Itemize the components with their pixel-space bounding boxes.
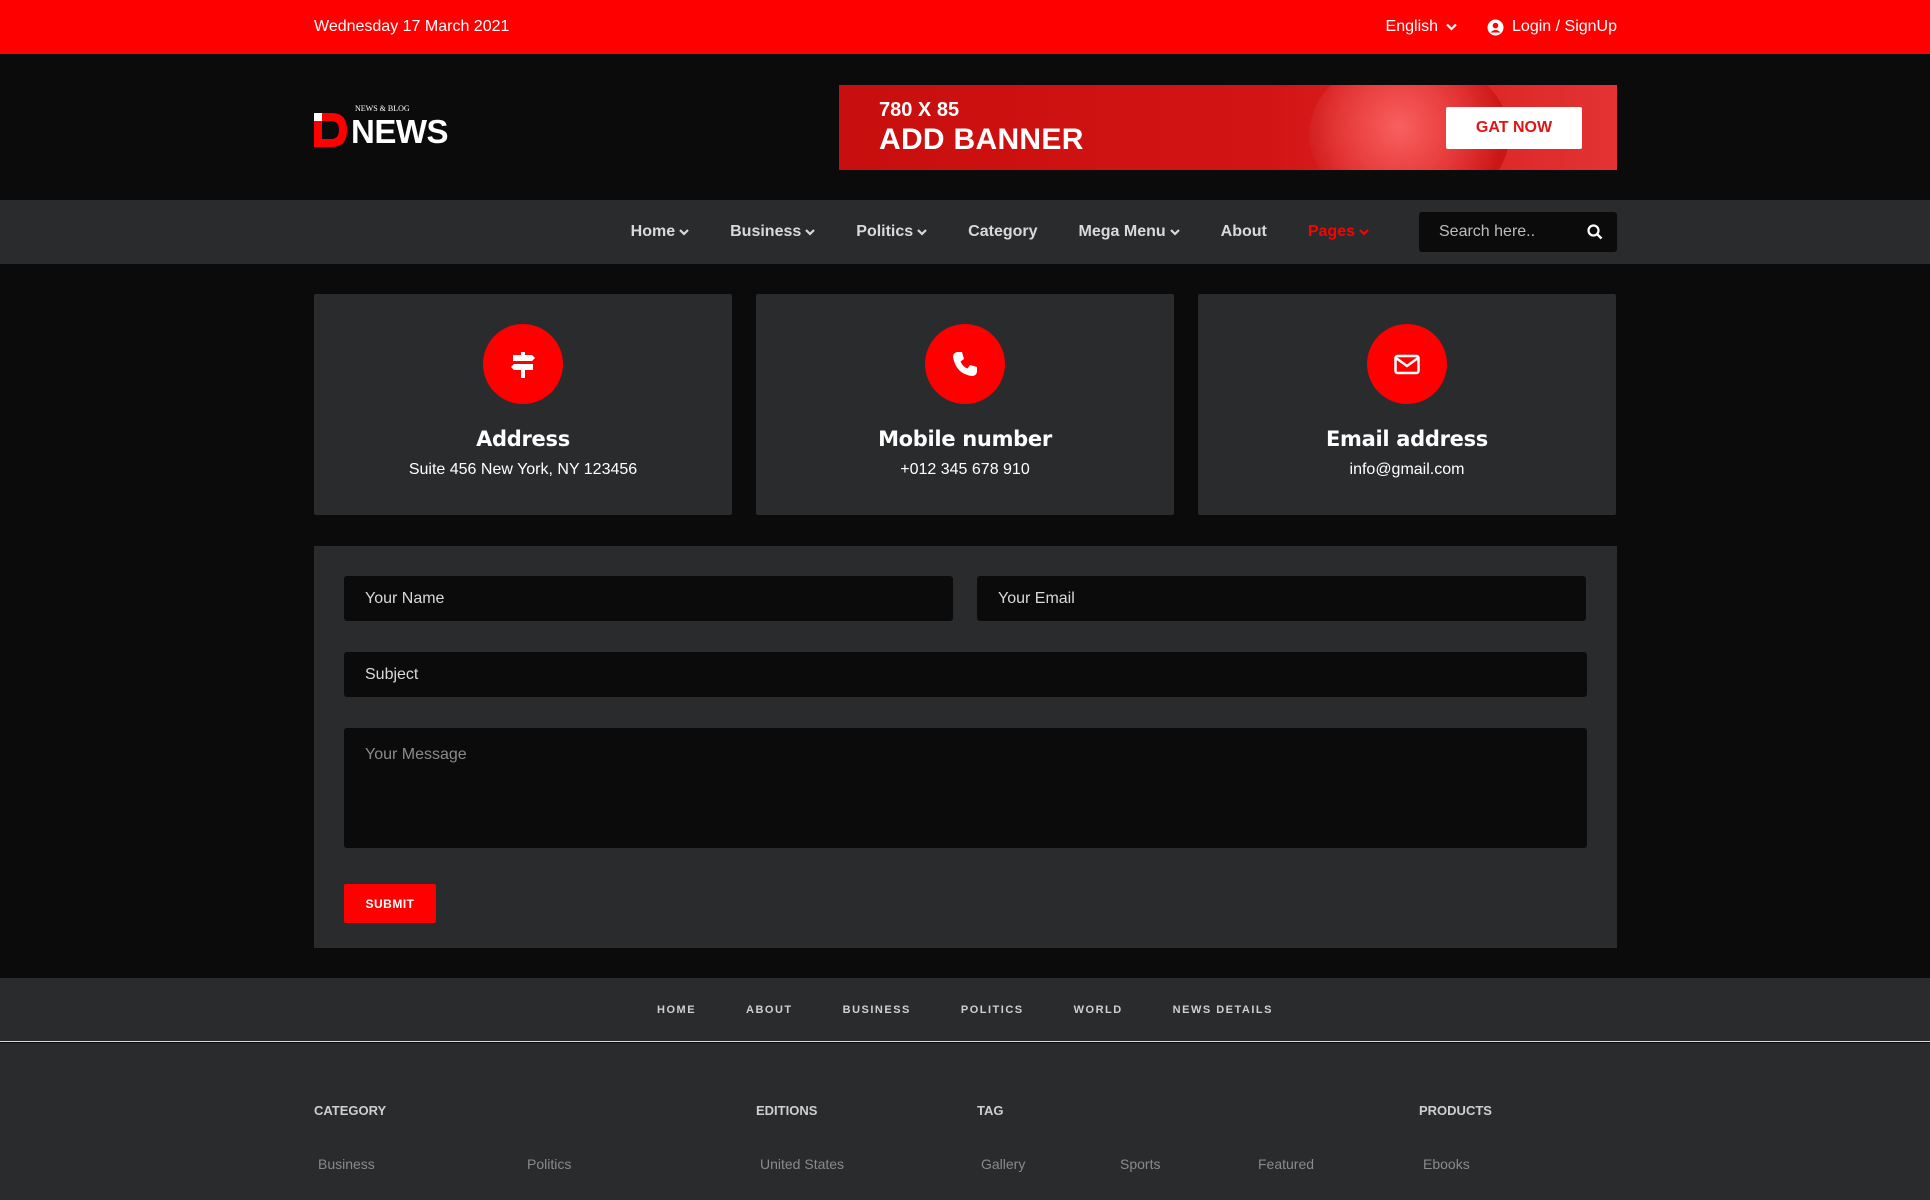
envelope-icon [1367, 324, 1447, 404]
nav-item-label: Mega Menu [1078, 223, 1166, 240]
contact-section: Address Suite 456 New York, NY 123456 Mo… [314, 294, 1617, 948]
footer-link-politics[interactable]: Politics [527, 1156, 571, 1172]
card-value: +012 345 678 910 [900, 461, 1030, 478]
nav-item-about[interactable]: About [1221, 223, 1267, 241]
phone-icon [925, 324, 1005, 404]
search-input[interactable] [1439, 223, 1579, 241]
card-value: info@gmail.com [1349, 461, 1465, 478]
search-icon[interactable] [1587, 224, 1603, 240]
card-title: Email address [1325, 427, 1489, 451]
nav-item-mega-menu[interactable]: Mega Menu [1079, 223, 1180, 241]
chevron-down-icon [917, 228, 927, 236]
nav-item-label: Pages [1307, 223, 1355, 240]
nav-item-politics[interactable]: Politics [856, 223, 927, 241]
chevron-down-icon [1169, 228, 1180, 236]
footer-link-gallery[interactable]: Gallery [981, 1156, 1025, 1172]
banner-size: 780 X 85 [879, 98, 960, 121]
main-nav: Home Business Politics Category Mega Menu Abo… [0, 200, 1930, 264]
search-box[interactable] [1419, 212, 1617, 252]
footer-link-business[interactable]: Business [318, 1156, 375, 1172]
login-label: Login / SignUp [1512, 18, 1617, 35]
nav-item-home[interactable]: Home [631, 223, 689, 241]
banner-cta-button[interactable]: GAT NOW [1446, 106, 1582, 149]
email-input[interactable] [977, 576, 1586, 621]
logo-word: NEWS [351, 113, 449, 150]
signpost-icon [483, 324, 563, 404]
footer-nav-world[interactable]: WORLD [1074, 1004, 1123, 1016]
current-date: Wednesday 17 March 2021 [314, 18, 510, 35]
footer-nav-home[interactable]: HOME [657, 1004, 696, 1016]
nav-item-category[interactable]: Category [968, 223, 1037, 241]
card-title: Mobile number [878, 427, 1052, 451]
site-footer: CATEGORY EDITIONS TAG PRODUCTS Business … [0, 1043, 1930, 1200]
footer-link-featured[interactable]: Featured [1258, 1156, 1314, 1172]
logo-tagline: NEWS & BLOG [355, 104, 410, 113]
site-logo[interactable]: NEWS & BLOG NEWS [314, 104, 449, 150]
contact-card-mobile-number: Mobile number +012 345 678 910 [756, 294, 1174, 515]
top-bar: Wednesday 17 March 2021 English Login / … [0, 0, 1930, 54]
card-title: Address [476, 427, 570, 451]
footer-link-united-states[interactable]: United States [760, 1156, 844, 1172]
footer-nav-about[interactable]: ABOUT [746, 1004, 793, 1016]
contact-card-email-address: Email address info@gmail.com [1198, 294, 1616, 515]
footer-tag-title: TAG [977, 1103, 1004, 1118]
name-input[interactable] [344, 576, 953, 621]
user-circle-icon [1487, 19, 1504, 35]
nav-item-business[interactable]: Business [730, 223, 816, 241]
contact-info-cards: Address Suite 456 New York, NY 123456 Mo… [314, 294, 1617, 515]
site-header: NEWS & BLOG NEWS 780 X 85 ADD BANNER GAT… [0, 54, 1930, 200]
chevron-down-icon [679, 228, 689, 236]
contact-card-address: Address Suite 456 New York, NY 123456 [314, 294, 732, 515]
card-value: Suite 456 New York, NY 123456 [408, 461, 638, 478]
language-label: English [1385, 18, 1439, 35]
ad-banner[interactable]: 780 X 85 ADD BANNER GAT NOW [839, 84, 1617, 170]
nav-item-label: Politics [856, 223, 914, 240]
banner-title: ADD BANNER [879, 122, 1084, 156]
chevron-down-icon [1446, 23, 1457, 31]
contact-form: SUBMIT [314, 546, 1617, 948]
footer-link-sports[interactable]: Sports [1120, 1156, 1160, 1172]
footer-category-title: CATEGORY [314, 1103, 387, 1118]
login-signup-link[interactable]: Login / SignUp [1487, 18, 1617, 36]
submit-button[interactable]: SUBMIT [344, 884, 436, 923]
subject-input[interactable] [344, 652, 1587, 697]
message-textarea[interactable] [344, 728, 1587, 848]
nav-item-label: Business [730, 223, 802, 240]
nav-item-label: Category [968, 223, 1038, 240]
nav-item-label: About [1220, 223, 1267, 240]
footer-link-ebooks[interactable]: Ebooks [1423, 1156, 1470, 1172]
footer-nav-business[interactable]: BUSINESS [843, 1004, 911, 1016]
footer-nav: HOME ABOUT BUSINESS POLITICS WORLD NEWS DETAI… [0, 978, 1930, 1042]
logo-d-mark-icon [314, 113, 347, 147]
footer-nav-news-details[interactable]: NEWS DETAILS [1173, 1004, 1273, 1016]
nav-item-label: Home [630, 223, 676, 240]
footer-nav-politics[interactable]: POLITICS [961, 1004, 1024, 1016]
chevron-down-icon [805, 228, 816, 236]
footer-products-title: PRODUCTS [1419, 1103, 1492, 1118]
nav-item-pages[interactable]: Pages [1308, 223, 1369, 241]
language-selector[interactable]: English [1386, 18, 1457, 36]
nav-menu: Home Business Politics Category Mega Menu Abo… [631, 223, 1369, 241]
footer-editions-title: EDITIONS [756, 1103, 818, 1118]
chevron-down-icon [1359, 228, 1369, 236]
